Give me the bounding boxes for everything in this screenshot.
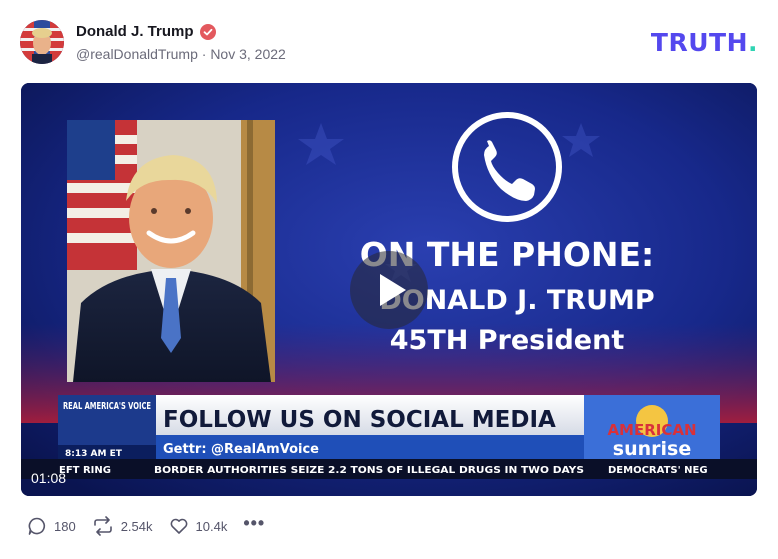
logo-dot: .: [748, 28, 758, 57]
retruth-icon: [93, 516, 112, 536]
avatar[interactable]: [20, 20, 64, 64]
broadcast-time: 8:13 AM ET: [65, 449, 123, 459]
verified-badge-icon: [199, 23, 216, 40]
lower-third: REAL AMERICA'S VOICE 8:13 AM ET FOLLOW U…: [21, 395, 757, 479]
reply-icon: [28, 517, 46, 535]
ticker-main: BORDER AUTHORITIES SEIZE 2.2 TONS OF ILL…: [154, 465, 584, 476]
logo-text: TRUTH: [650, 28, 748, 57]
truth-logo[interactable]: TRUTH.: [651, 28, 758, 57]
retruth-count: 2.54k: [120, 518, 153, 534]
heart-icon: [170, 518, 187, 534]
author-name[interactable]: Donald J. Trump: [76, 23, 194, 40]
ticker-right: DEMOCRATS' NEG: [608, 465, 708, 476]
network-logo: REAL AMERICA'S VOICE: [63, 401, 151, 412]
reply-button[interactable]: 180: [27, 516, 76, 536]
video-player[interactable]: ON THE PHONE: DONALD J. TRUMP 45TH Presi…: [21, 83, 757, 496]
headline: FOLLOW US ON SOCIAL MEDIA: [163, 407, 556, 433]
subline: Gettr: @RealAmVoice: [163, 442, 319, 457]
post-header: Donald J. Trump @realDonaldTrump · Nov 3…: [20, 20, 758, 66]
author-handle[interactable]: @realDonaldTrump: [76, 46, 198, 62]
post-actions: 180 2.54k 10.4k •••: [27, 513, 265, 536]
like-count: 10.4k: [195, 518, 228, 534]
retruth-button[interactable]: 2.54k: [92, 516, 153, 536]
reply-count: 180: [54, 518, 76, 534]
portrait: [67, 120, 275, 382]
ticker-left: EFT RING: [59, 465, 111, 476]
post-date[interactable]: Nov 3, 2022: [210, 46, 286, 62]
like-button[interactable]: 10.4k: [169, 516, 228, 536]
play-button[interactable]: [350, 251, 428, 329]
more-options-icon[interactable]: •••: [243, 513, 265, 534]
video-timestamp: 01:08: [31, 470, 67, 486]
show-title-top: AMERICAN: [607, 421, 696, 439]
caller-role: 45TH President: [390, 325, 625, 356]
separator: ·: [201, 46, 207, 62]
show-title-bottom: sunrise: [613, 438, 691, 460]
handle-date: @realDonaldTrump · Nov 3, 2022: [76, 46, 286, 62]
